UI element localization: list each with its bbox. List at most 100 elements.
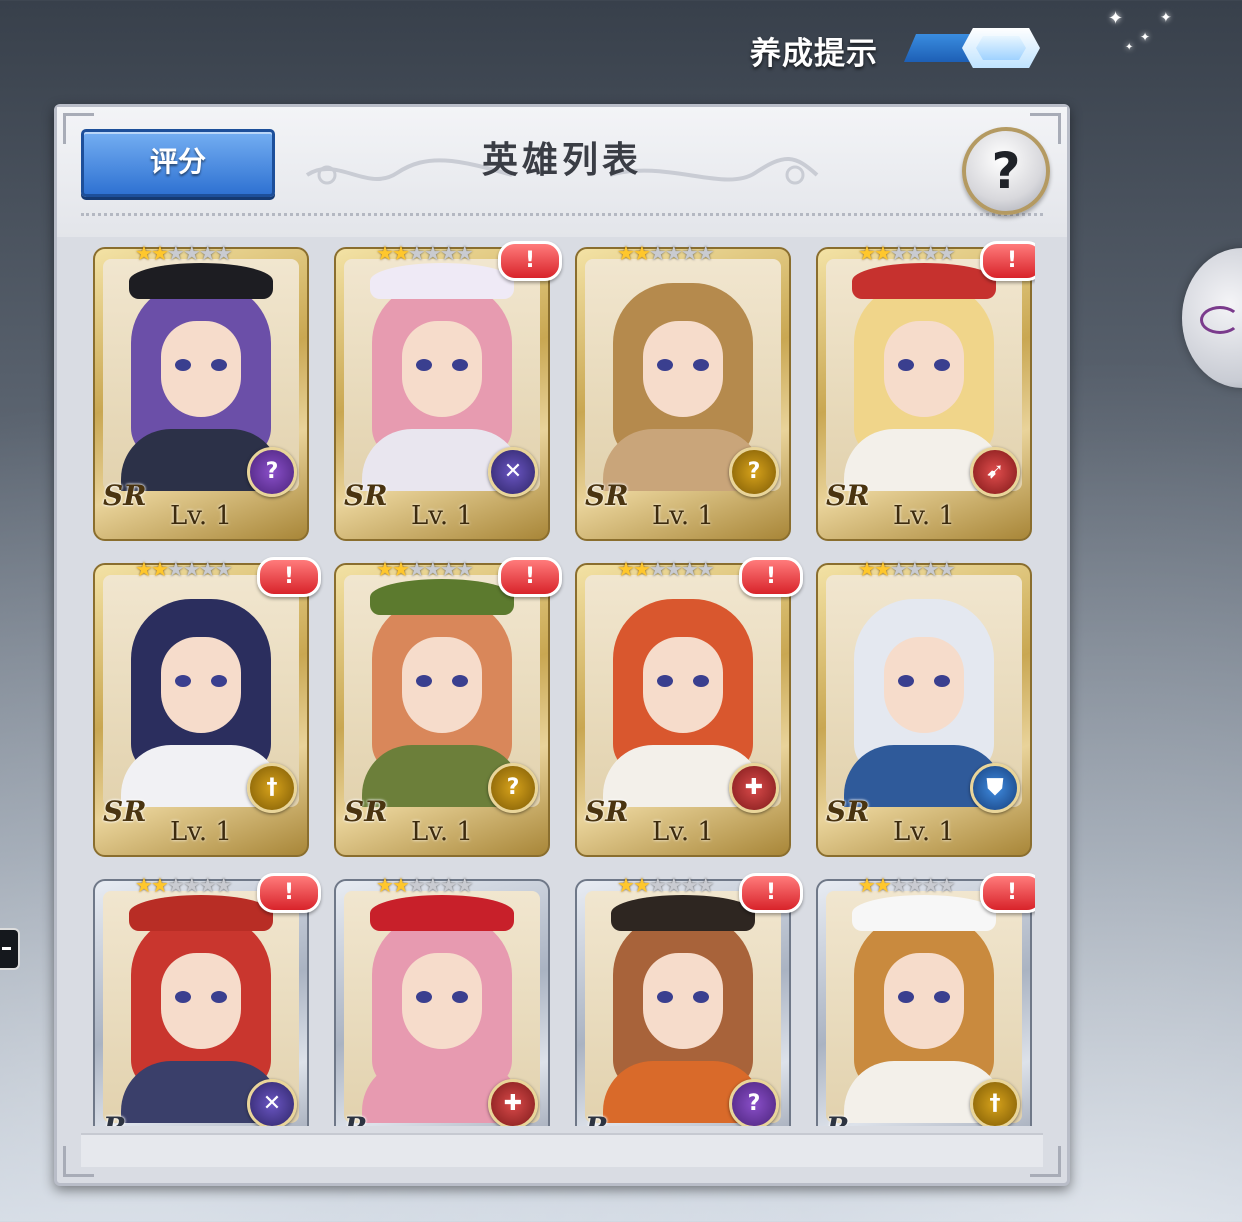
hero-card[interactable]: ★★★★★★! ➹ SR Lv. 1 [816,241,1035,541]
hero-hat [852,263,996,299]
hero-hat [370,579,514,615]
hero-card[interactable]: ★★★★★★!✕R [93,873,321,1126]
sparkle-icon: ✦ [1125,42,1134,53]
star-empty-icon: ★ [214,241,233,265]
star-empty-icon: ★ [921,241,940,265]
star-empty-icon: ★ [648,241,667,265]
level-label: Lv. 1 [893,817,955,847]
star-filled-icon: ★ [632,557,651,581]
panel-footer [81,1133,1043,1167]
hero-eye [452,359,468,371]
alert-badge-icon: ! [739,557,803,597]
header-divider [81,213,1043,216]
help-button[interactable]: ? [962,127,1050,215]
star-rating: ★★★★★★ [376,241,474,265]
hero-eye [693,991,709,1003]
mage-icon: ? [729,1079,779,1126]
hero-face [884,637,964,733]
hero-card[interactable]: ★★★★★★✚R [334,875,550,1126]
training-hint-toggle[interactable] [904,28,1040,68]
star-empty-icon: ★ [198,241,217,265]
star-empty-icon: ★ [166,557,185,581]
star-filled-icon: ★ [391,873,410,897]
star-empty-icon: ★ [166,241,185,265]
star-empty-icon: ★ [937,557,956,581]
hero-card[interactable]: ★★★★★★! † SR Lv. 1 [93,557,321,857]
hero-card[interactable]: ★★★★★★? SR Lv. 1 [93,243,309,541]
hero-eye [657,359,673,371]
star-empty-icon: ★ [407,241,426,265]
alert-badge-icon: ! [980,873,1035,913]
star-rating: ★★★★★★ [858,557,956,581]
hero-face [643,321,723,417]
star-empty-icon: ★ [937,873,956,897]
star-empty-icon: ★ [937,241,956,265]
star-rating: ★★★★★★ [376,873,474,897]
warrior-icon: † [970,1079,1020,1126]
hero-eye [693,359,709,371]
star-empty-icon: ★ [680,873,699,897]
star-empty-icon: ★ [423,241,442,265]
panel-title: 英雄列表 [481,140,642,181]
archer-icon: ➹ [970,447,1020,497]
collapse-tab[interactable] [0,928,20,970]
star-empty-icon: ★ [889,557,908,581]
hero-eye [898,359,914,371]
star-empty-icon: ★ [648,873,667,897]
score-button[interactable]: 评分 [81,129,275,197]
star-rating: ★★★★★★ [617,241,715,265]
hero-list-panel: 评分 英雄列表 ? ★★★★★★? SR Lv. 1 ★★★★★★! ✕ SR Lv. 1 ★… [54,104,1070,1186]
hero-face [884,953,964,1049]
hero-card[interactable]: ★★★★★★! ✕ SR Lv. 1 [334,241,562,541]
hero-eye [693,675,709,687]
hero-eye [657,675,673,687]
star-empty-icon: ★ [648,557,667,581]
star-empty-icon: ★ [182,873,201,897]
star-filled-icon: ★ [391,241,410,265]
star-empty-icon: ★ [664,557,683,581]
hero-eye [175,675,191,687]
warrior-icon: † [247,763,297,813]
hero-hat [852,895,996,931]
rarity-label: R [344,1111,367,1126]
hero-card[interactable]: ★★★★★★! ✚ SR Lv. 1 [575,557,803,857]
hero-card[interactable]: ★★★★★★? SR Lv. 1 [575,243,791,541]
star-filled-icon: ★ [873,873,892,897]
star-empty-icon: ★ [166,873,185,897]
star-empty-icon: ★ [905,873,924,897]
level-label: Lv. 1 [652,501,714,531]
hero-eye [416,675,432,687]
hero-card[interactable]: ★★★★★★!? SR Lv. 1 [334,557,562,857]
star-empty-icon: ★ [407,557,426,581]
hero-hat [611,895,755,931]
hero-card[interactable]: ★★★★★★!†R [816,873,1035,1126]
hero-face [643,637,723,733]
star-empty-icon: ★ [214,873,233,897]
level-label: Lv. 1 [893,501,955,531]
sparkle-icon: ✦ [1160,10,1172,26]
training-hint-label: 养成提示 [750,36,878,72]
alert-badge-icon: ! [257,873,321,913]
star-rating: ★★★★★★ [858,241,956,265]
hero-face [402,321,482,417]
star-empty-icon: ★ [439,241,458,265]
hero-card[interactable]: ★★★★★★!?R [575,873,803,1126]
alert-badge-icon: ! [980,241,1035,281]
star-empty-icon: ★ [407,873,426,897]
hero-eye [416,359,432,371]
star-filled-icon: ★ [391,557,410,581]
rarity-label: R [103,1111,126,1126]
star-empty-icon: ★ [680,557,699,581]
alert-badge-icon: ! [739,873,803,913]
hero-eye [452,675,468,687]
star-filled-icon: ★ [617,557,635,581]
star-rating: ★★★★★★ [376,557,474,581]
star-filled-icon: ★ [135,873,153,897]
star-empty-icon: ★ [921,557,940,581]
star-empty-icon: ★ [889,873,908,897]
star-filled-icon: ★ [873,241,892,265]
assassin-icon: ✕ [247,1079,297,1126]
hero-card[interactable]: ★★★★★★ ⛊ SR Lv. 1 [816,559,1032,857]
hero-face [161,321,241,417]
hero-eye [934,359,950,371]
